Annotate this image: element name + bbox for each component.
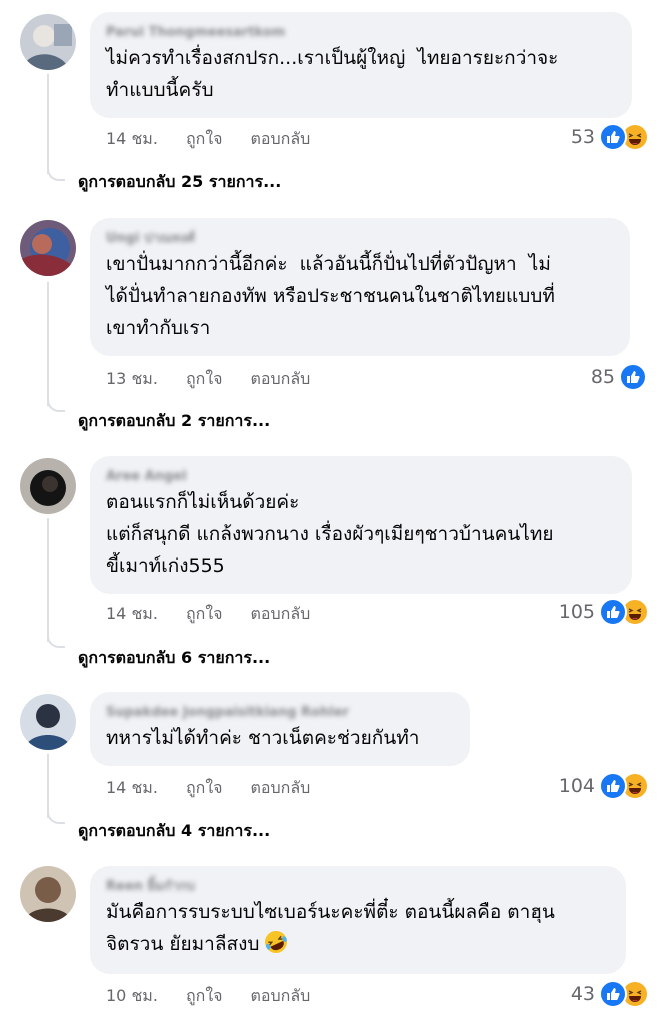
avatar[interactable] [20,14,76,70]
reaction-summary[interactable]: 104 [559,772,649,800]
reply-button[interactable]: ตอบกลับ [251,776,311,801]
comment-bubble: Supakdee Jongpaisitkiang Rohler ทหารไม่ไ… [90,692,470,766]
comment-bubble: Ungi ปาณทงศ์ เขาปั่นมากกว่านี้อีกค่ะ แล้… [90,218,630,356]
like-button[interactable]: ถูกใจ [186,984,223,1009]
view-replies-link[interactable]: ดูการตอบกลับ 6 รายการ... [78,646,270,671]
like-icon [619,363,647,391]
comment-author[interactable]: Aree Angel [106,468,616,486]
like-button[interactable]: ถูกใจ [186,602,223,627]
comment-time[interactable]: 10 ชม. [106,984,158,1009]
comment-text: ทหารไม่ได้ทำค่ะ ชาวเน็ตคะช่วยกันทำ [106,727,420,749]
comment-actions: 10 ชม. ถูกใจ ตอบกลับ [106,984,310,1009]
reply-button[interactable]: ตอบกลับ [251,127,311,152]
thread-curve [47,634,65,648]
like-button[interactable]: ถูกใจ [186,367,223,392]
comment-time[interactable]: 14 ชม. [106,776,158,801]
thread-curve [47,167,65,181]
thread-curve [47,398,65,412]
comment-text: ตอนแรกก็ไม่เห็นด้วยค่ะ แต่ก็สนุกดี แกล้ง… [106,491,554,577]
comment-time[interactable]: 14 ชม. [106,127,158,152]
thread-line [47,282,49,406]
comment-actions: 14 ชม. ถูกใจ ตอบกลับ [106,127,310,152]
thread-line [47,74,49,174]
comment-actions: 14 ชม. ถูกใจ ตอบกลับ [106,602,310,627]
avatar[interactable] [20,458,76,514]
like-icon [599,123,627,151]
thread-line [47,754,49,818]
reaction-count: 53 [570,126,595,148]
thread-line [47,518,49,642]
comment-bubble: Aree Angel ตอนแรกก็ไม่เห็นด้วยค่ะ แต่ก็ส… [90,456,632,594]
reaction-summary[interactable]: 85 [591,363,647,391]
comment-text: เขาปั่นมากกว่านี้อีกค่ะ แล้วอันนี้ก็ปั่น… [106,253,555,339]
view-replies-link[interactable]: ดูการตอบกลับ 25 รายการ... [78,170,281,195]
reaction-summary[interactable]: 105 [559,598,649,626]
reaction-summary[interactable]: 53 [571,123,649,151]
view-replies-link[interactable]: ดูการตอบกลับ 2 รายการ... [78,409,270,434]
like-icon [599,772,627,800]
comment-author[interactable]: Supakdee Jongpaisitkiang Rohler [106,704,454,722]
comment-actions: 14 ชม. ถูกใจ ตอบกลับ [106,776,310,801]
comment-bubble: Parui Thongmeesartkom ไม่ควรทำเรื่องสกปร… [90,12,632,118]
reply-button[interactable]: ตอบกลับ [251,367,311,392]
comment-author[interactable]: Parui Thongmeesartkom [106,24,616,42]
comment-text: มันคือการรบระบบไซเบอร์นะคะพี่ตี๋ะ ตอนนี้… [106,901,555,955]
reaction-count: 85 [590,366,615,388]
reaction-count: 104 [558,775,595,797]
reply-button[interactable]: ตอบกลับ [251,984,311,1009]
reaction-count: 43 [570,983,595,1005]
reply-button[interactable]: ตอบกลับ [251,602,311,627]
like-icon [599,598,627,626]
reaction-count: 105 [558,601,595,623]
comment-time[interactable]: 14 ชม. [106,602,158,627]
like-button[interactable]: ถูกใจ [186,776,223,801]
view-replies-link[interactable]: ดูการตอบกลับ 4 รายการ... [78,819,270,844]
avatar[interactable] [20,866,76,922]
like-icon [599,980,627,1008]
avatar[interactable] [20,220,76,276]
avatar[interactable] [20,694,76,750]
comment-author[interactable]: Reen ยิ้มกำกบ [106,878,610,896]
thread-curve [47,810,65,824]
rolling-laughing-emoji-icon [263,929,289,955]
comment-actions: 13 ชม. ถูกใจ ตอบกลับ [106,367,310,392]
comment-text: ไม่ควรทำเรื่องสกปรก...เราเป็นผู้ใหญ่ ไทย… [106,47,559,101]
comment-author[interactable]: Ungi ปาณทงศ์ [106,230,614,248]
comment-time[interactable]: 13 ชม. [106,367,158,392]
like-button[interactable]: ถูกใจ [186,127,223,152]
comment-bubble: Reen ยิ้มกำกบ มันคือการรบระบบไซเบอร์นะคะ… [90,866,626,974]
reaction-summary[interactable]: 43 [571,980,649,1008]
